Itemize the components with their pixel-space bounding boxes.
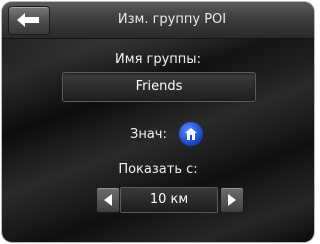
group-name-field[interactable]: Friends	[62, 72, 256, 102]
triangle-left-icon	[104, 194, 112, 206]
house-poi-icon[interactable]	[179, 122, 203, 146]
show-from-label: Показать с:	[118, 162, 198, 177]
arrow-left-icon	[17, 13, 39, 27]
header-bar: Изм. группу POI	[2, 2, 314, 39]
group-name-label: Имя группы:	[115, 52, 201, 67]
icon-setting-row: Знач:	[2, 122, 314, 148]
decrease-distance-button[interactable]	[96, 187, 120, 213]
back-button[interactable]	[8, 6, 50, 35]
distance-value: 10 км	[120, 187, 218, 213]
screen: Изм. группу POI Имя группы: Friends Знач…	[2, 2, 314, 242]
triangle-right-icon	[228, 194, 236, 206]
page-title: Изм. группу POI	[117, 12, 227, 27]
increase-distance-button[interactable]	[220, 187, 244, 213]
icon-setting-label: Знач:	[130, 127, 167, 142]
